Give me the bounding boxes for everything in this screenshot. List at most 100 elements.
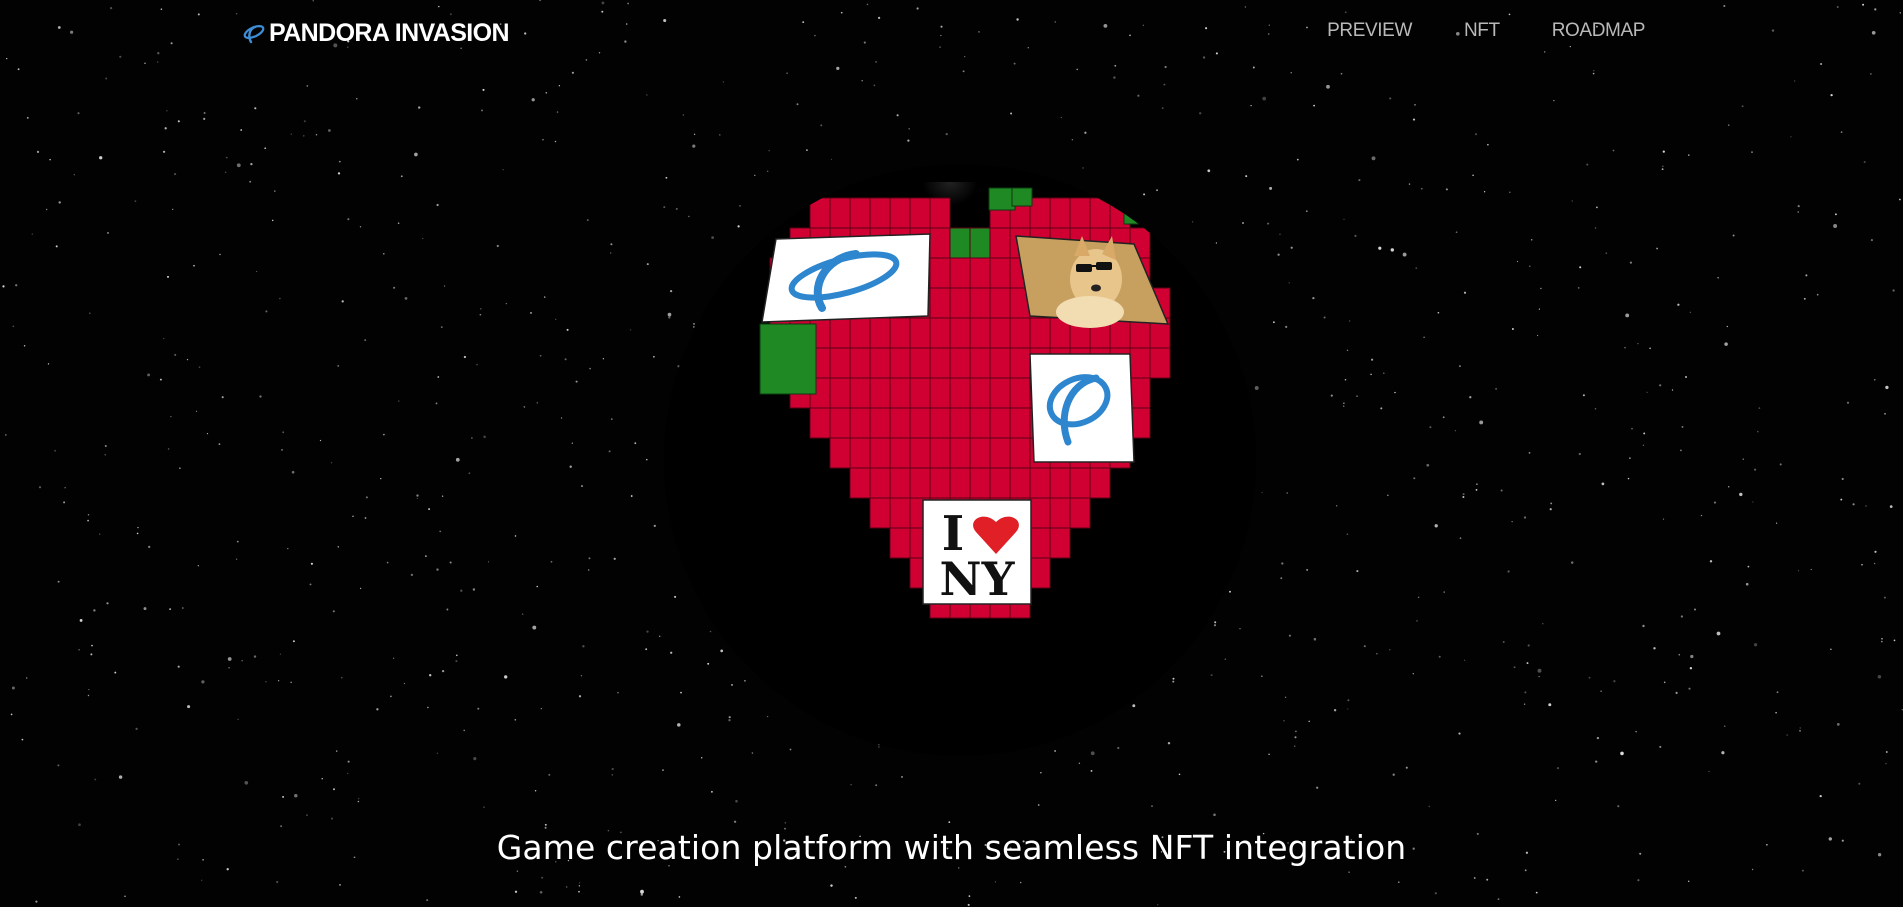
heart-pixel[interactable] <box>909 467 931 499</box>
nft-tile-i-love-ny[interactable]: I NY <box>922 499 1032 606</box>
heart-pixel[interactable] <box>829 407 851 439</box>
nav-roadmap-link[interactable]: ROADMAP <box>1552 20 1646 42</box>
heart-pixel[interactable] <box>909 437 931 469</box>
heart-pixel[interactable] <box>1029 197 1051 229</box>
heart-pixel[interactable] <box>889 467 911 499</box>
heart-pixel[interactable] <box>889 197 911 229</box>
heart-pixel[interactable] <box>989 437 1011 469</box>
heart-pixel[interactable] <box>949 317 971 349</box>
heart-pixel[interactable] <box>869 437 891 469</box>
heart-pixel[interactable] <box>869 317 891 349</box>
heart-pixel[interactable] <box>1009 437 1031 469</box>
heart-pixel[interactable] <box>849 437 871 469</box>
heart-pixel[interactable] <box>869 497 891 529</box>
heart-pixel[interactable] <box>849 197 871 229</box>
heart-pixel[interactable] <box>1009 407 1031 439</box>
heart-pixel[interactable] <box>1089 197 1111 229</box>
heart-pixel[interactable] <box>1149 347 1171 379</box>
heart-pixel[interactable] <box>1029 467 1051 499</box>
heart-pixel[interactable] <box>969 437 991 469</box>
heart-pixel[interactable] <box>1029 497 1051 529</box>
heart-pixel[interactable] <box>869 377 891 409</box>
heart-pixel[interactable] <box>1049 467 1071 499</box>
heart-pixel[interactable] <box>829 317 851 349</box>
heart-pixel[interactable] <box>849 407 871 439</box>
heart-pixel[interactable] <box>949 377 971 409</box>
heart-pixel[interactable] <box>829 347 851 379</box>
heart-pixel[interactable] <box>929 467 951 499</box>
heart-pixel[interactable] <box>929 317 951 349</box>
heart-pixel[interactable] <box>969 287 991 319</box>
heart-pixel-green[interactable] <box>1123 197 1145 225</box>
heart-pixel[interactable] <box>909 377 931 409</box>
heart-pixel[interactable] <box>809 407 831 439</box>
heart-pixel-green[interactable] <box>988 187 1016 211</box>
heart-pixel-green[interactable] <box>759 323 817 395</box>
brand-home-link[interactable]: PANDORA INVASION <box>242 18 510 48</box>
nft-tile-pandora-logo-2[interactable] <box>1029 353 1135 463</box>
heart-pixel[interactable] <box>969 317 991 349</box>
heart-pixel[interactable] <box>889 437 911 469</box>
nav-preview-link[interactable]: PREVIEW <box>1327 20 1412 42</box>
heart-pixel[interactable] <box>849 377 871 409</box>
nav-nft-link[interactable]: NFT <box>1464 20 1500 42</box>
heart-pixel[interactable] <box>1069 497 1091 529</box>
heart-pixel[interactable] <box>849 347 871 379</box>
heart-pixel[interactable] <box>989 467 1011 499</box>
heart-pixel[interactable] <box>949 407 971 439</box>
heart-pixel[interactable] <box>969 347 991 379</box>
heart-pixel[interactable] <box>929 287 951 319</box>
heart-pixel[interactable] <box>1029 527 1051 559</box>
heart-pixel[interactable] <box>1069 197 1091 229</box>
heart-pixel[interactable] <box>809 197 831 229</box>
heart-pixel[interactable] <box>849 317 871 349</box>
heart-pixel[interactable] <box>929 407 951 439</box>
heart-pixel[interactable] <box>929 437 951 469</box>
heart-pixel[interactable] <box>889 317 911 349</box>
heart-pixel[interactable] <box>989 347 1011 379</box>
heart-pixel[interactable] <box>969 227 991 259</box>
heart-pixel[interactable] <box>949 287 971 319</box>
heart-pixel[interactable] <box>969 467 991 499</box>
heart-pixel[interactable] <box>909 317 931 349</box>
heart-pixel[interactable] <box>889 527 911 559</box>
heart-pixel[interactable] <box>929 377 951 409</box>
heart-pixel[interactable] <box>889 497 911 529</box>
heart-pixel[interactable] <box>989 377 1011 409</box>
heart-pixel[interactable] <box>889 377 911 409</box>
heart-pixel[interactable] <box>1009 467 1031 499</box>
heart-pixel[interactable] <box>949 467 971 499</box>
heart-pixel[interactable] <box>1089 467 1111 499</box>
heart-pixel[interactable] <box>929 257 951 289</box>
heart-pixel[interactable] <box>909 347 931 379</box>
heart-pixel[interactable] <box>909 407 931 439</box>
heart-pixel[interactable] <box>1129 347 1151 379</box>
heart-pixel-green[interactable] <box>1011 187 1033 207</box>
heart-pixel[interactable] <box>949 257 971 289</box>
heart-pixel[interactable] <box>949 347 971 379</box>
heart-pixel[interactable] <box>989 407 1011 439</box>
heart-pixel[interactable] <box>1009 317 1031 349</box>
heart-pixel[interactable] <box>849 467 871 499</box>
heart-pixel[interactable] <box>1049 497 1071 529</box>
heart-pixel[interactable] <box>1049 197 1071 229</box>
heart-pixel[interactable] <box>929 347 951 379</box>
nft-tile-pandora-logo-1[interactable] <box>761 233 931 323</box>
heart-pixel[interactable] <box>1009 347 1031 379</box>
heart-pixel[interactable] <box>829 377 851 409</box>
heart-pixel[interactable] <box>929 197 951 229</box>
heart-pixel[interactable] <box>869 467 891 499</box>
heart-pixel[interactable] <box>969 257 991 289</box>
heart-pixel[interactable] <box>989 287 1011 319</box>
heart-pixel[interactable] <box>949 437 971 469</box>
heart-pixel[interactable] <box>989 257 1011 289</box>
heart-pixel[interactable] <box>969 377 991 409</box>
heart-pixel[interactable] <box>909 197 931 229</box>
heart-pixel[interactable] <box>929 227 951 259</box>
heart-pixel[interactable] <box>889 407 911 439</box>
heart-pixel[interactable] <box>989 317 1011 349</box>
heart-pixel[interactable] <box>869 347 891 379</box>
heart-pixel[interactable] <box>1029 317 1051 349</box>
heart-pixel[interactable] <box>1069 467 1091 499</box>
heart-pixel[interactable] <box>829 197 851 229</box>
